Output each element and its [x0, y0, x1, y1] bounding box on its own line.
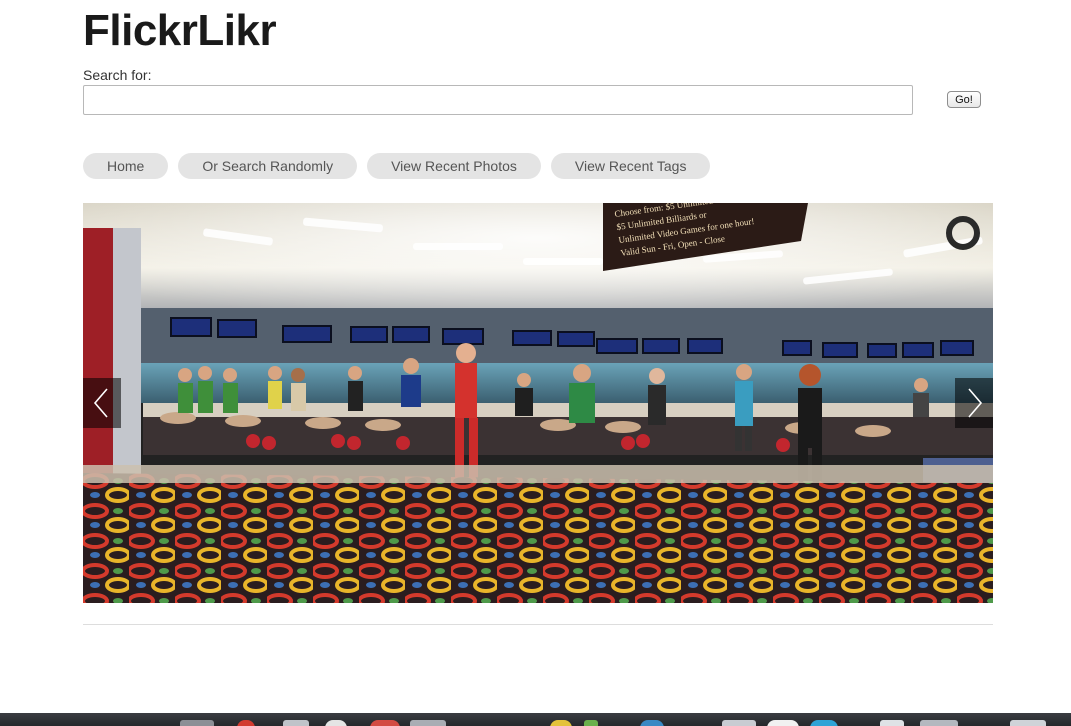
dock-app-icon[interactable] [767, 720, 799, 726]
nav-search-randomly[interactable]: Or Search Randomly [178, 153, 358, 179]
slideshow-prev-button[interactable] [83, 378, 121, 428]
go-button[interactable]: Go! [947, 91, 981, 108]
nav-recent-tags[interactable]: View Recent Tags [550, 153, 711, 179]
search-label: Search for: [83, 67, 152, 83]
dock-app-icon[interactable] [283, 720, 309, 726]
nav-home[interactable]: Home [83, 153, 169, 179]
chevron-right-icon [968, 388, 983, 418]
slideshow-next-button[interactable] [955, 378, 993, 428]
app-title: FlickrLikr [83, 6, 277, 55]
dock-app-icon[interactable] [810, 720, 838, 726]
bowling-alley-photo: Choose from: $5 Unlimited Lazer Tag $5 U… [83, 203, 993, 603]
dock-app-icon[interactable] [640, 720, 664, 726]
dock-app-icon[interactable] [410, 720, 446, 726]
content-divider [83, 624, 993, 625]
dock-app-icon[interactable] [370, 720, 400, 726]
dock-app-icon[interactable] [180, 720, 214, 726]
dock-app-icon[interactable] [920, 720, 958, 726]
main-nav: Home Or Search Randomly View Recent Phot… [83, 153, 711, 179]
dock-app-icon[interactable] [722, 720, 756, 726]
dock-app-icon[interactable] [880, 720, 904, 726]
dock-app-icon[interactable] [584, 720, 598, 726]
search-input[interactable] [83, 85, 913, 115]
os-dock [0, 713, 1071, 726]
dock-app-icon[interactable] [237, 720, 255, 726]
slideshow-photo: Choose from: $5 Unlimited Lazer Tag $5 U… [83, 203, 993, 603]
dock-app-icon[interactable] [325, 720, 347, 726]
nav-recent-photos[interactable]: View Recent Photos [367, 153, 541, 179]
dock-app-icon[interactable] [1010, 720, 1046, 726]
chevron-left-icon [93, 388, 108, 418]
dock-app-icon[interactable] [550, 720, 572, 726]
